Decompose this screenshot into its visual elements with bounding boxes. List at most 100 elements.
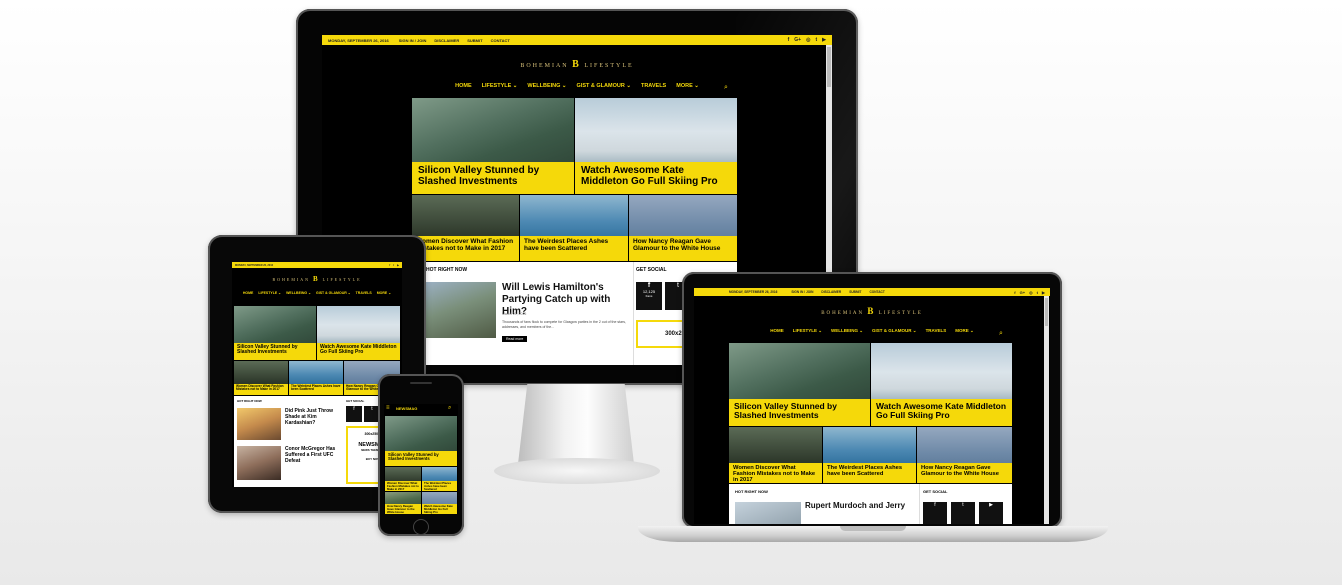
search-icon[interactable]: ⌕ xyxy=(724,84,728,92)
main-menu: HOME LIFESTYLE ⌄ WELLBEING ⌄ GIST & GLAM… xyxy=(322,83,832,89)
top-bar-links: SIGN IN / JOIN DISCLAIMER SUBMIT CONTACT xyxy=(399,38,510,43)
laptop-top-bar: MONDAY, SEPTEMBER 26, 2016 SIGN IN / JOI… xyxy=(694,288,1050,296)
laptop-article-thumb[interactable] xyxy=(735,502,801,524)
tablet-menu-home[interactable]: HOME xyxy=(243,291,254,295)
tablet-featured-2[interactable]: Watch Awesome Kate Middleton Go Full Ski… xyxy=(317,306,400,360)
laptop-menu-gist[interactable]: GIST & GLAMOUR ⌄ xyxy=(872,328,917,334)
phone-featured-5[interactable]: Watch Awesome Kate Middleton Go Full Ski… xyxy=(422,492,457,514)
tablet-menu-wellbeing[interactable]: WELLBEING ⌄ xyxy=(286,291,311,295)
facebook-icon[interactable]: f xyxy=(389,264,390,267)
signin-link[interactable]: SIGN IN / JOIN xyxy=(399,38,427,43)
disclaimer-link[interactable]: DISCLAIMER xyxy=(434,38,459,43)
laptop-sidebar-divider xyxy=(919,484,920,524)
featured-tile-5[interactable]: How Nancy Reagan Gave Glamour to the Whi… xyxy=(629,195,737,261)
scrollbar-thumb[interactable] xyxy=(827,47,831,87)
laptop-article-title[interactable]: Rupert Murdoch and Jerry xyxy=(805,501,905,510)
phone-featured-4[interactable]: How Nancy Reagan Gave Glamour to the Whi… xyxy=(385,492,421,514)
get-social-heading: GET SOCIAL xyxy=(636,267,667,273)
instagram-icon[interactable]: ◎ xyxy=(806,37,810,43)
youtube-icon[interactable]: ▶ xyxy=(1042,290,1045,295)
tablet-menu-travels[interactable]: TRAVELS xyxy=(356,291,372,295)
tablet-menu-gist[interactable]: GIST & GLAMOUR ⌄ xyxy=(316,291,351,295)
menu-wellbeing[interactable]: WELLBEING ⌄ xyxy=(527,83,566,89)
laptop-twitter-counter[interactable]: t xyxy=(951,502,975,524)
facebook-icon[interactable]: f xyxy=(788,37,790,43)
tablet-menu-lifestyle[interactable]: LIFESTYLE ⌄ xyxy=(258,291,281,295)
laptop-get-social: GET SOCIAL xyxy=(923,489,948,494)
twitter-icon[interactable]: t xyxy=(815,37,817,43)
menu-travels[interactable]: TRAVELS xyxy=(641,83,666,89)
laptop-menu-lifestyle[interactable]: LIFESTYLE ⌄ xyxy=(793,328,822,334)
phone-logo[interactable]: NEWSMAG xyxy=(396,406,417,411)
laptop-featured-5[interactable]: How Nancy Reagan Gave Glamour to the Whi… xyxy=(917,427,1012,483)
featured-tile-3[interactable]: Women Discover What Fashion Mistakes not… xyxy=(412,195,519,261)
submit-link[interactable]: SUBMIT xyxy=(467,38,482,43)
laptop-logo[interactable]: BOHEMIAN B LIFESTYLE xyxy=(694,306,1050,316)
menu-home[interactable]: HOME xyxy=(455,83,472,89)
twitter-icon[interactable]: t xyxy=(393,264,394,267)
menu-lifestyle[interactable]: LIFESTYLE ⌄ xyxy=(482,83,518,89)
google-plus-icon[interactable]: G+ xyxy=(794,37,801,43)
laptop-contact-link[interactable]: CONTACT xyxy=(869,290,884,294)
laptop-disclaimer-link[interactable]: DISCLAIMER xyxy=(821,290,841,294)
laptop-featured-4[interactable]: The Weirdest Places Ashes have been Scat… xyxy=(823,427,916,483)
phone-home-button[interactable] xyxy=(413,519,429,535)
laptop-featured-1[interactable]: Silicon Valley Stunned by Slashed Invest… xyxy=(729,343,870,426)
tablet-article-thumb-1[interactable] xyxy=(237,408,281,440)
tablet-facebook-counter[interactable]: f xyxy=(346,406,362,422)
laptop-signin-link[interactable]: SIGN IN / JOIN xyxy=(791,290,813,294)
laptop-featured-2[interactable]: Watch Awesome Kate Middleton Go Full Ski… xyxy=(871,343,1012,426)
contact-link[interactable]: CONTACT xyxy=(491,38,510,43)
laptop-menu-home[interactable]: HOME xyxy=(770,328,784,334)
tablet-article-thumb-2[interactable] xyxy=(237,446,281,480)
tablet-featured-3[interactable]: Women Discover What Fashion Mistakes not… xyxy=(234,361,288,395)
featured-tile-4[interactable]: The Weirdest Places Ashes have been Scat… xyxy=(520,195,628,261)
site-logo[interactable]: BOHEMIAN B LIFESTYLE xyxy=(322,59,832,70)
laptop-scrollbar-thumb[interactable] xyxy=(1045,298,1048,326)
monitor-stand-neck xyxy=(518,384,634,464)
featured-caption-2: Watch Awesome Kate Middleton Go Full Ski… xyxy=(575,162,737,194)
laptop-top-links: SIGN IN / JOIN DISCLAIMER SUBMIT CONTACT xyxy=(791,290,884,294)
read-more-button[interactable]: Read more xyxy=(502,336,528,342)
laptop-facebook-counter[interactable]: f xyxy=(923,502,947,524)
facebook-counter[interactable]: f 12,125 Fans xyxy=(636,282,662,310)
tablet-logo[interactable]: BOHEMIAN B LIFESTYLE xyxy=(232,275,402,283)
tablet-menu-more[interactable]: MORE ⌄ xyxy=(377,291,391,295)
phone-featured-3[interactable]: The Weirdest Places Ashes have been Scat… xyxy=(422,467,457,491)
phone-featured-1[interactable]: Silicon Valley Stunned by Slashed Invest… xyxy=(385,416,457,466)
tablet-featured-4[interactable]: The Weirdest Places Ashes have been Scat… xyxy=(289,361,343,395)
laptop-scrollbar[interactable] xyxy=(1044,296,1049,524)
menu-gist-glamour[interactable]: GIST & GLAMOUR ⌄ xyxy=(577,83,631,89)
google-plus-icon[interactable]: G+ xyxy=(1020,290,1025,295)
logo-mark: B xyxy=(572,59,581,70)
featured-tile-2[interactable]: Watch Awesome Kate Middleton Go Full Ski… xyxy=(575,98,737,194)
laptop-youtube-counter[interactable]: ▶ xyxy=(979,502,1003,524)
laptop-featured-3[interactable]: Women Discover What Fashion Mistakes not… xyxy=(729,427,822,483)
laptop-top-bar-date: MONDAY, SEPTEMBER 26, 2016 xyxy=(729,290,778,294)
tablet-logo-left: BOHEMIAN xyxy=(272,277,310,282)
hamburger-menu-icon[interactable]: ≡ xyxy=(386,405,390,411)
tablet-menu: HOME LIFESTYLE ⌄ WELLBEING ⌄ GIST & GLAM… xyxy=(232,291,402,295)
laptop-menu-wellbeing[interactable]: WELLBEING ⌄ xyxy=(831,328,863,334)
laptop-content: HOT RIGHT NOW Rupert Murdoch and Jerry G… xyxy=(729,484,1012,524)
phone-featured-caption-1: Silicon Valley Stunned by Slashed Invest… xyxy=(385,451,457,466)
laptop-menu-travels[interactable]: TRAVELS xyxy=(926,328,947,334)
facebook-icon[interactable]: f xyxy=(1014,290,1015,295)
phone-featured-2[interactable]: Women Discover What Fashion Mistakes not… xyxy=(385,467,421,491)
tablet-article-title-1[interactable]: Did Pink Just Throw Shade at Kim Kardash… xyxy=(285,408,341,426)
twitter-icon[interactable]: t xyxy=(1037,290,1038,295)
tablet-featured-1[interactable]: Silicon Valley Stunned by Slashed Invest… xyxy=(234,306,316,360)
youtube-icon[interactable]: ▶ xyxy=(397,264,399,267)
article-thumbnail[interactable] xyxy=(426,282,496,338)
laptop-submit-link[interactable]: SUBMIT xyxy=(849,290,861,294)
search-icon[interactable]: ⌕ xyxy=(999,330,1003,338)
laptop-menu-more[interactable]: MORE ⌄ xyxy=(955,328,974,334)
featured-tile-1[interactable]: Silicon Valley Stunned by Slashed Invest… xyxy=(412,98,574,194)
phone-featured-caption-2: Women Discover What Fashion Mistakes not… xyxy=(385,481,421,491)
instagram-icon[interactable]: ◎ xyxy=(1029,290,1033,295)
phone: ≡ NEWSMAG ⌕ Silicon Valley Stunned by Sl… xyxy=(378,374,464,536)
search-icon[interactable]: ⌕ xyxy=(448,405,451,412)
tablet-article-title-2[interactable]: Conor McGregor Has Suffered a First UFC … xyxy=(285,446,341,464)
youtube-icon[interactable]: ▶ xyxy=(822,37,826,43)
menu-more[interactable]: MORE ⌄ xyxy=(676,83,699,89)
